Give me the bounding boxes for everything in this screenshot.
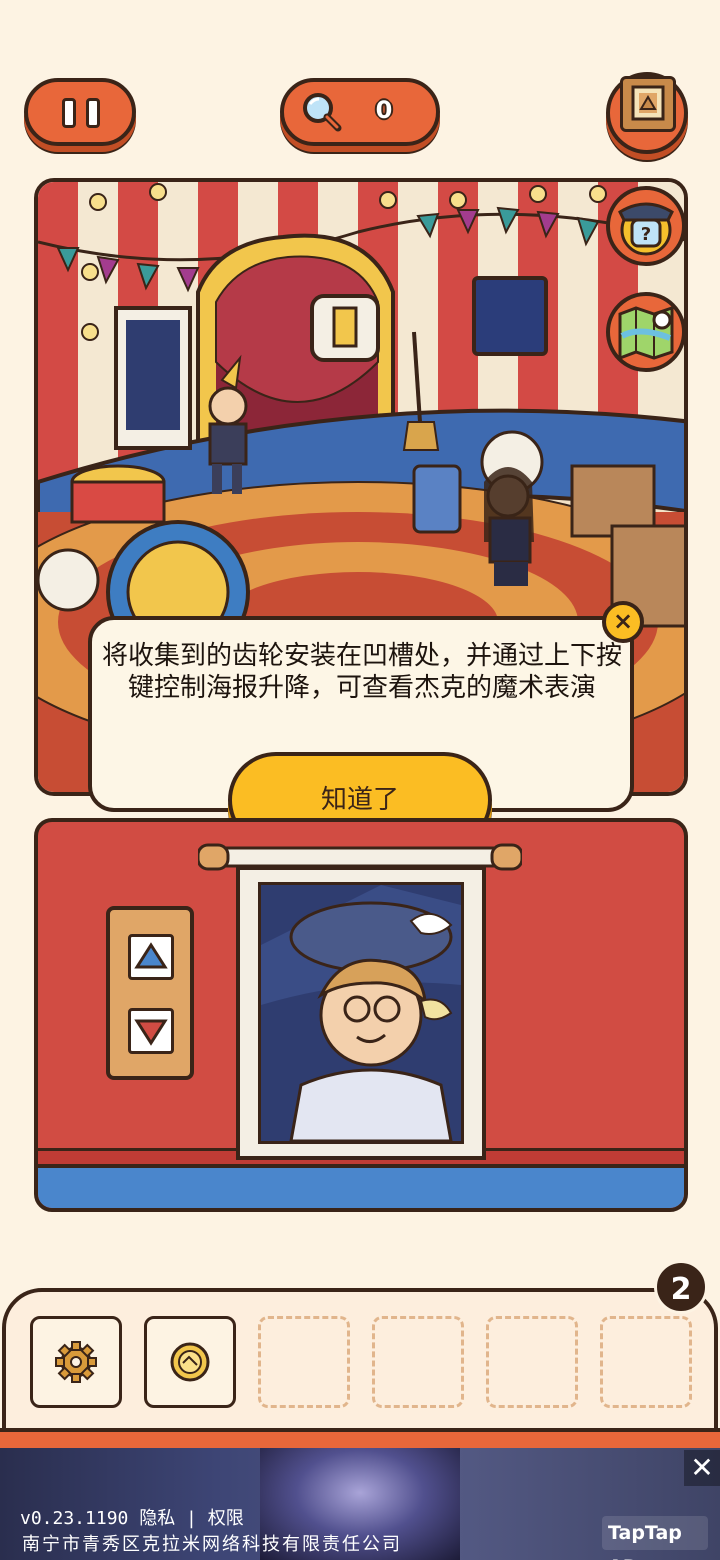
detective-question-icon: ? xyxy=(618,202,674,256)
tip-text: 将收集到的齿轮安装在凹槽处，并通过上下按键控制海报升降，可查看杰克的魔术表演 xyxy=(102,641,623,703)
inventory-slot-coin[interactable] xyxy=(144,1316,236,1408)
magnifier-icon xyxy=(303,93,342,132)
svg-text:?: ? xyxy=(641,224,651,245)
pause-icon xyxy=(62,98,76,128)
map-button[interactable] xyxy=(606,292,686,372)
down-button[interactable] xyxy=(128,1008,174,1054)
pause-button[interactable] xyxy=(24,78,136,146)
inventory-count-badge: 2 xyxy=(654,1260,708,1314)
inventory-slot-empty[interactable] xyxy=(486,1316,578,1408)
coin-icon xyxy=(170,1342,210,1382)
inventory-slot-empty[interactable] xyxy=(258,1316,350,1408)
crate-picture-icon xyxy=(620,76,676,132)
triangle-down-icon xyxy=(134,1019,168,1046)
pause-icon-bar xyxy=(86,98,100,128)
lift-control-plate xyxy=(106,906,194,1080)
menu-button[interactable] xyxy=(606,72,688,154)
ad-brand-label: TapTap AD xyxy=(602,1516,708,1560)
magic-poster[interactable] xyxy=(236,866,486,1160)
ad-banner[interactable]: v0.23.1190 隐私 | 权限 南宁市青秀区克拉米网络科技有限责任公司 T… xyxy=(0,1448,720,1560)
hint-count: 0 xyxy=(375,96,393,124)
inventory-slot-empty[interactable] xyxy=(372,1316,464,1408)
magician-portrait xyxy=(258,882,464,1144)
ad-version-text[interactable]: v0.23.1190 隐私 | 权限 xyxy=(20,1504,244,1530)
panel-floor xyxy=(38,1164,684,1208)
map-pin-icon xyxy=(618,305,674,361)
poster-scroll-rod xyxy=(198,843,522,871)
gear-icon xyxy=(55,1341,97,1383)
up-button[interactable] xyxy=(128,934,174,980)
close-icon: × xyxy=(612,607,634,635)
hint-counter-button[interactable]: 0 xyxy=(280,78,440,146)
inventory-slot-empty[interactable] xyxy=(600,1316,692,1408)
helper-button[interactable]: ? xyxy=(606,186,686,266)
ad-company-text: 南宁市青秀区克拉米网络科技有限责任公司 xyxy=(22,1534,402,1555)
inventory-slot-gear[interactable] xyxy=(30,1316,122,1408)
triangle-up-icon xyxy=(134,942,168,969)
ad-close-button[interactable]: ✕ xyxy=(684,1450,720,1486)
close-tip-button[interactable]: × xyxy=(602,601,644,643)
